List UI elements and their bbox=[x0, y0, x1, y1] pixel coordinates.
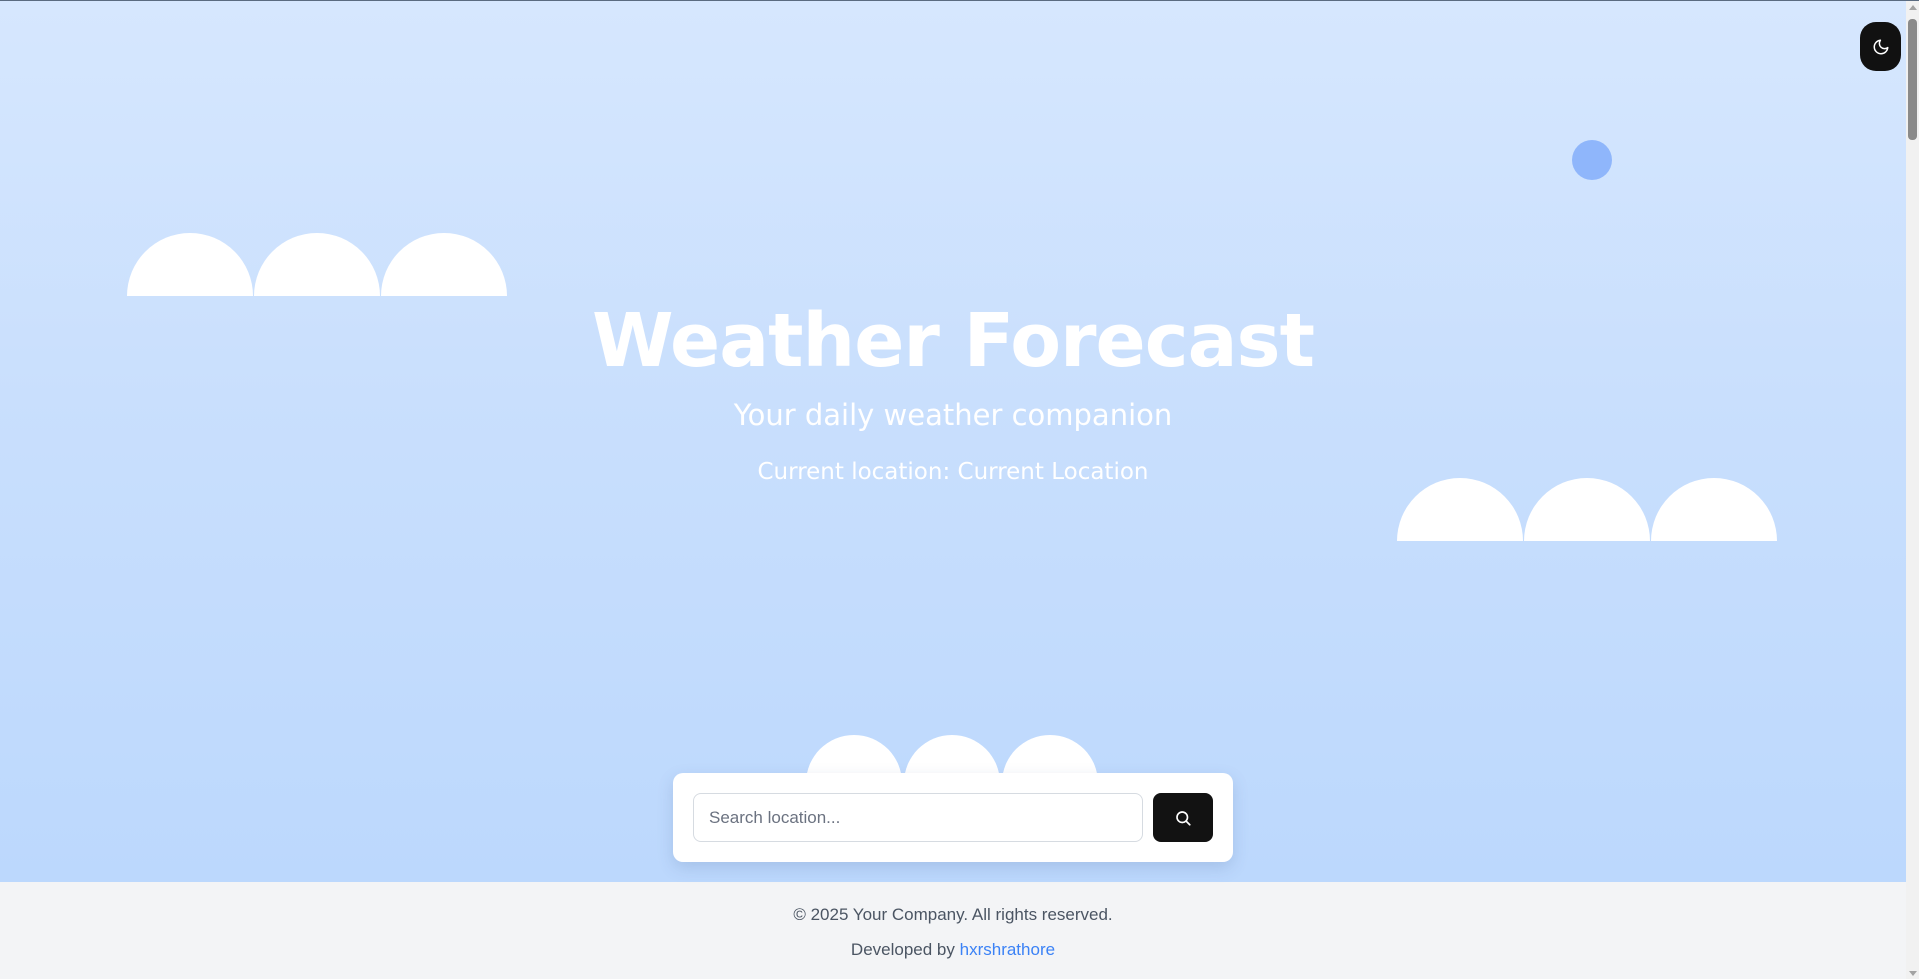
sun-decoration bbox=[1572, 140, 1612, 180]
moon-icon bbox=[1873, 39, 1888, 54]
search-button[interactable] bbox=[1153, 793, 1213, 842]
cloud-decoration-right bbox=[1397, 478, 1778, 541]
page-subtitle: Your daily weather companion bbox=[733, 398, 1173, 432]
developer-link[interactable]: hxrshrathore bbox=[960, 940, 1055, 959]
footer-developer-line: Developed by hxrshrathore bbox=[0, 938, 1906, 962]
cloud-bump bbox=[1651, 478, 1777, 541]
search-icon bbox=[1176, 810, 1191, 826]
scroll-up-arrow-icon[interactable] bbox=[1909, 5, 1917, 10]
cloud-bump bbox=[254, 233, 380, 296]
footer: © 2025 Your Company. All rights reserved… bbox=[0, 882, 1906, 979]
cloud-bump bbox=[1397, 478, 1523, 541]
weather-app-page: Weather Forecast Your daily weather comp… bbox=[0, 0, 1919, 979]
theme-toggle-button[interactable] bbox=[1860, 22, 1901, 71]
page-scrollbar[interactable] bbox=[1906, 1, 1919, 979]
cloud-decoration-left bbox=[127, 233, 508, 296]
hero-section: Weather Forecast Your daily weather comp… bbox=[0, 1, 1906, 882]
search-input[interactable] bbox=[693, 793, 1143, 842]
cloud-bump bbox=[127, 233, 253, 296]
footer-copyright: © 2025 Your Company. All rights reserved… bbox=[793, 905, 1113, 924]
cloud-bump bbox=[1524, 478, 1650, 541]
scrollbar-thumb[interactable] bbox=[1908, 19, 1917, 140]
footer-developed-by-label: Developed by bbox=[850, 940, 955, 959]
page-title: Weather Forecast bbox=[592, 298, 1315, 384]
search-card bbox=[673, 773, 1233, 862]
cloud-bump bbox=[381, 233, 507, 296]
scroll-down-arrow-icon[interactable] bbox=[1909, 971, 1917, 976]
